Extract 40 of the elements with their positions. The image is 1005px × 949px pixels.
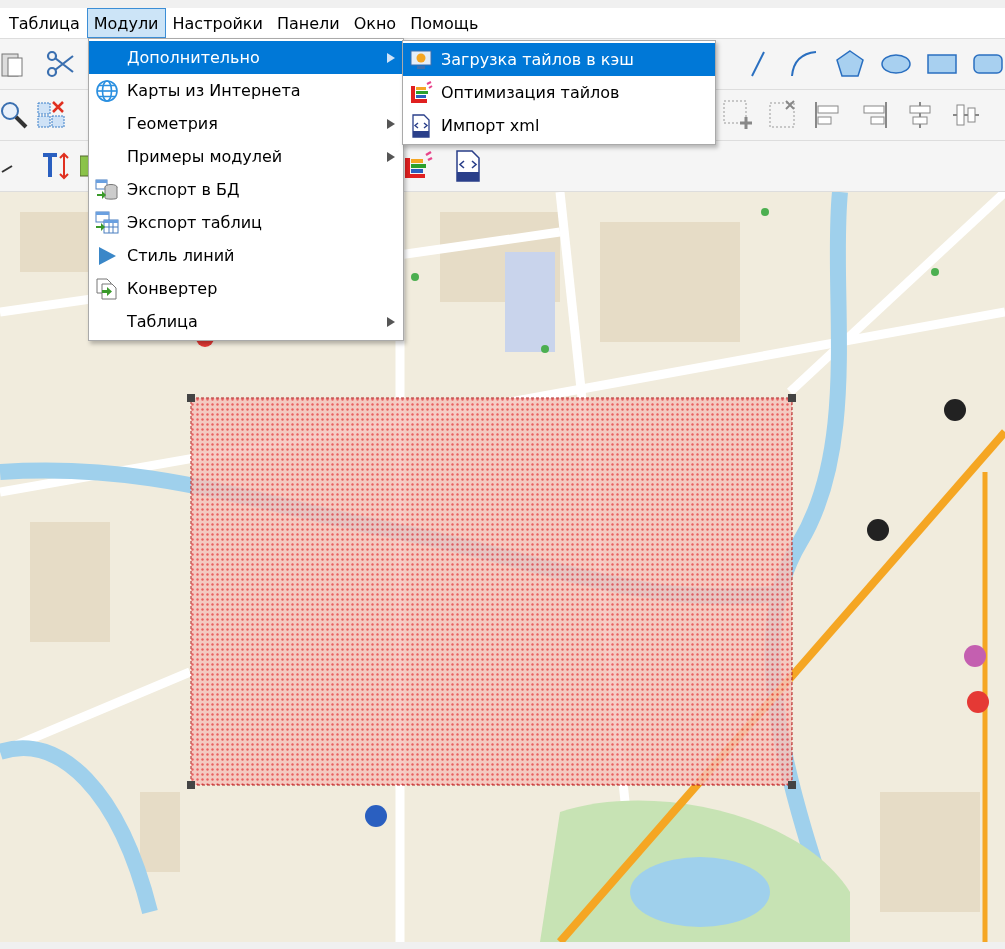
delete-cell-icon[interactable] (766, 99, 798, 131)
map-marker[interactable] (411, 273, 419, 281)
menu-item[interactable]: Импорт xml (403, 109, 715, 142)
monitor-icon (409, 47, 433, 72)
map-marker[interactable] (867, 519, 889, 541)
globe-icon (95, 78, 119, 103)
menu-item[interactable]: Конвертер (89, 272, 403, 305)
menu-bar-item[interactable]: Панели (269, 8, 347, 38)
selection-rectangle[interactable] (187, 394, 796, 789)
menu-item[interactable]: Стиль линий (89, 239, 403, 272)
map-marker[interactable] (541, 345, 549, 353)
menu-bar-item[interactable]: Помощь (403, 8, 486, 38)
map-marker[interactable] (931, 268, 939, 276)
delete-selection-icon[interactable] (36, 99, 68, 131)
menu-bar-item[interactable]: Таблица (2, 8, 87, 38)
scissors-icon[interactable] (44, 48, 76, 80)
menu-item[interactable]: Экспорт таблиц (89, 206, 403, 239)
menu-item[interactable]: Загрузка тайлов в кэш (403, 43, 715, 76)
menu-bar-item[interactable]: Настройки (165, 8, 270, 38)
map-marker[interactable] (944, 399, 966, 421)
document-arrow-icon (95, 276, 119, 301)
map-marker[interactable] (365, 805, 387, 827)
menu-item[interactable]: Карты из Интернета (89, 74, 403, 107)
menu-item[interactable]: Оптимизация тайлов (403, 76, 715, 109)
tiles-icon (409, 80, 433, 105)
database-export-icon (95, 177, 119, 202)
menu-item[interactable]: Дополнительно (89, 41, 403, 74)
menu-bar-item[interactable]: Модули (86, 8, 166, 38)
menu-bar-item[interactable]: Окно (346, 8, 404, 38)
table-export-icon (95, 210, 119, 235)
menu-item[interactable]: Экспорт в БД (89, 173, 403, 206)
map-marker[interactable] (964, 645, 986, 667)
pentagon-icon[interactable] (834, 48, 866, 80)
map-marker[interactable] (761, 208, 769, 216)
add-cell-icon[interactable] (722, 99, 754, 131)
map-marker[interactable] (967, 691, 989, 713)
xml-file-icon (409, 113, 433, 138)
menu-item[interactable]: Таблица (89, 305, 403, 338)
text-height-icon[interactable] (40, 150, 72, 182)
menu-item[interactable]: Геометрия (89, 107, 403, 140)
